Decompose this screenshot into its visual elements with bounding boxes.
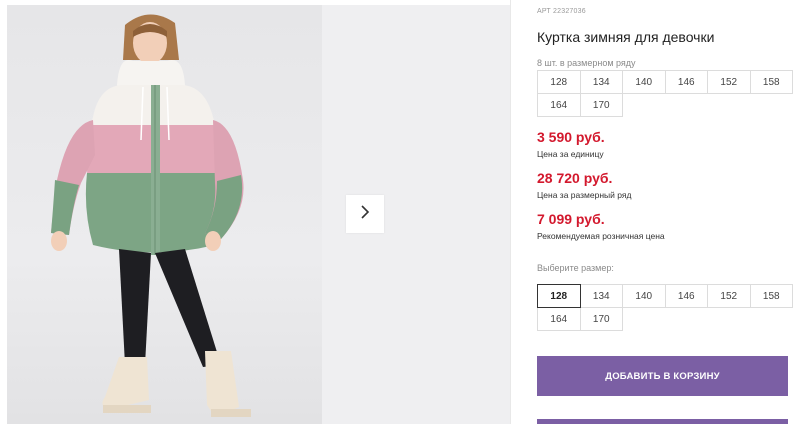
retail-price: 7 099 руб. (537, 211, 605, 227)
size-option[interactable]: 152 (707, 284, 751, 308)
product-photo-main[interactable] (7, 5, 322, 424)
size-option[interactable]: 164 (537, 307, 581, 331)
choose-size-caption: Выберите размер: (537, 263, 614, 273)
article-number: АРТ 22327036 (537, 8, 586, 15)
unit-price: 3 590 руб. (537, 129, 605, 145)
pack-size-cell: 152 (707, 70, 751, 94)
pack-size-cell: 158 (749, 70, 793, 94)
chevron-right-icon (359, 204, 371, 225)
size-selector: 128 134 140 146 152 158 164 170 (537, 284, 793, 331)
size-option[interactable]: 158 (749, 284, 793, 308)
retail-price-label: Рекомендуемая розничная цена (537, 231, 665, 241)
unit-price-label: Цена за единицу (537, 149, 604, 159)
product-gallery (0, 0, 510, 424)
size-option[interactable]: 170 (579, 307, 623, 331)
pack-size-grid: 128 134 140 146 152 158 164 170 (537, 70, 793, 117)
size-option[interactable]: 146 (664, 284, 708, 308)
product-title: Куртка зимняя для девочки (537, 29, 715, 45)
size-option-selected[interactable]: 128 (537, 284, 581, 308)
pack-size-cell: 134 (579, 70, 623, 94)
gallery-next-button[interactable] (346, 195, 384, 233)
pack-size-cell: 128 (537, 70, 581, 94)
pack-size-cell: 164 (537, 93, 581, 117)
secondary-action-button[interactable] (537, 419, 788, 424)
set-price: 28 720 руб. (537, 170, 613, 186)
pack-size-cell: 140 (622, 70, 666, 94)
size-option[interactable]: 134 (579, 284, 623, 308)
pack-size-cell: 170 (579, 93, 623, 117)
size-option[interactable]: 140 (622, 284, 666, 308)
pack-caption: 8 шт. в размерном ряду (537, 58, 636, 68)
set-price-label: Цена за размерный ряд (537, 190, 632, 200)
column-divider (510, 0, 511, 424)
add-to-cart-button[interactable]: ДОБАВИТЬ В КОРЗИНУ (537, 356, 788, 396)
girl-in-jacket-image (51, 14, 251, 417)
pack-size-cell: 146 (664, 70, 708, 94)
